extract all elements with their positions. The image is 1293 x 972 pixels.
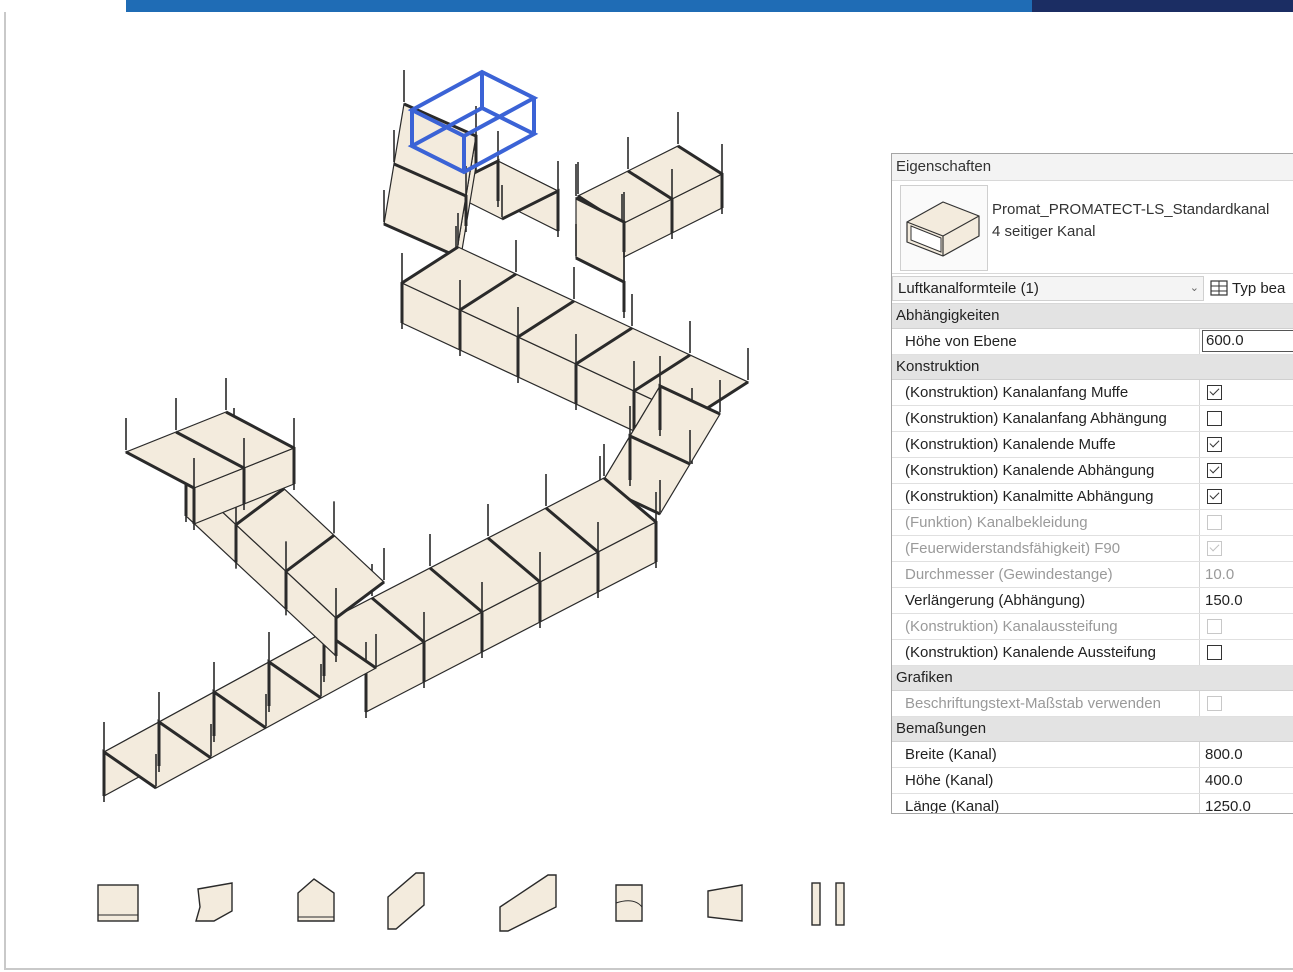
property-value-cell [1202, 380, 1293, 405]
transition-icon [707, 884, 743, 922]
long-offset-icon [499, 874, 557, 932]
property-label: (Konstruktion) Kanalende Abhängung [892, 458, 1200, 483]
chevron-down-icon: ⌄ [1189, 282, 1199, 294]
property-grid: Abhängigkeiten Höhe von Ebene 600.0 Konstru… [892, 304, 1293, 813]
property-checkbox [1207, 619, 1222, 634]
property-row: Verlängerung (Abhängung) 150.0 [892, 588, 1293, 614]
property-value-cell [1202, 640, 1293, 665]
property-label: (Funktion) Kanalbekleidung [892, 510, 1200, 535]
property-row: Höhe (Kanal) 400.0 [892, 768, 1293, 794]
property-label: Beschriftungstext-Maßstab verwenden [892, 691, 1200, 716]
edit-type-button[interactable]: Typ bea [1210, 276, 1285, 301]
category-dropdown-label: Luftkanalformteile (1) [898, 280, 1039, 297]
property-checkbox [1207, 541, 1222, 556]
property-row: (Feuerwiderstandsfähigkeit) F90 [892, 536, 1293, 562]
property-value-input[interactable]: 600.0 [1202, 330, 1293, 352]
elbow-icon [195, 882, 233, 922]
category-dropdown[interactable]: Luftkanalformteile (1) ⌄ [892, 276, 1204, 301]
category-row: Luftkanalformteile (1) ⌄ Typ bea [892, 274, 1293, 304]
property-label: Länge (Kanal) [892, 794, 1200, 813]
property-value-cell [1202, 614, 1293, 639]
property-row: Beschriftungstext-Maßstab verwenden [892, 691, 1293, 717]
property-label: (Konstruktion) Kanalende Aussteifung [892, 640, 1200, 665]
property-label: (Konstruktion) Kanalanfang Muffe [892, 380, 1200, 405]
property-value[interactable]: 400.0 [1202, 768, 1293, 793]
property-row: (Konstruktion) Kanalanfang Abhängung [892, 406, 1293, 432]
property-value[interactable]: 150.0 [1202, 588, 1293, 613]
property-value[interactable]: 1250.0 [1202, 794, 1293, 813]
branch-icon [615, 884, 643, 922]
property-value-cell [1202, 484, 1293, 509]
property-label: (Feuerwiderstandsfähigkeit) F90 [892, 536, 1200, 561]
property-row: Durchmesser (Gewindestange) 10.0 [892, 562, 1293, 588]
property-value: 10.0 [1205, 566, 1235, 583]
property-checkbox [1207, 696, 1222, 711]
property-label: (Konstruktion) Kanalaussteifung [892, 614, 1200, 639]
property-group-header[interactable]: Bemaßungen [892, 717, 1293, 742]
property-value-cell [1202, 691, 1293, 716]
property-value-cell [1202, 510, 1293, 535]
property-label: (Konstruktion) Kanalmitte Abhängung [892, 484, 1200, 509]
property-checkbox[interactable] [1207, 489, 1222, 504]
duct-3d-view[interactable] [0, 0, 890, 972]
property-checkbox [1207, 515, 1222, 530]
property-value-cell [1202, 406, 1293, 431]
property-label: Höhe von Ebene [892, 329, 1200, 354]
property-label: (Konstruktion) Kanalanfang Abhängung [892, 406, 1200, 431]
end-cap-icon [811, 882, 845, 926]
property-row: (Konstruktion) Kanalende Muffe [892, 432, 1293, 458]
property-label: (Konstruktion) Kanalende Muffe [892, 432, 1200, 457]
property-label: Verlängerung (Abhängung) [892, 588, 1200, 613]
property-checkbox[interactable] [1207, 385, 1222, 400]
property-group-header[interactable]: Konstruktion [892, 355, 1293, 380]
property-label: Höhe (Kanal) [892, 768, 1200, 793]
properties-title: Eigenschaften [892, 154, 1293, 181]
property-row: (Konstruktion) Kanalende Aussteifung [892, 640, 1293, 666]
duct-type-thumbnail [900, 185, 988, 271]
offset-icon [387, 872, 425, 930]
property-label: Durchmesser (Gewindestange) [892, 562, 1200, 587]
property-value[interactable]: 800.0 [1202, 742, 1293, 767]
tee-icon [297, 878, 335, 922]
type-subname: 4 seitiger Kanal [992, 223, 1096, 240]
property-row: (Konstruktion) Kanalmitte Abhängung [892, 484, 1293, 510]
property-checkbox[interactable] [1207, 645, 1222, 660]
property-row: (Konstruktion) Kanalaussteifung [892, 614, 1293, 640]
property-checkbox[interactable] [1207, 437, 1222, 452]
property-row: Länge (Kanal) 1250.0 [892, 794, 1293, 813]
property-group-header[interactable]: Abhängigkeiten [892, 304, 1293, 329]
property-group-header[interactable]: Grafiken [892, 666, 1293, 691]
edit-type-icon [1210, 279, 1228, 304]
property-label: Breite (Kanal) [892, 742, 1200, 767]
property-checkbox[interactable] [1207, 463, 1222, 478]
property-value-cell [1202, 458, 1293, 483]
type-family-name: Promat_PROMATECT-LS_Standardkanal [992, 201, 1270, 218]
straight-duct-icon [97, 884, 139, 922]
property-checkbox[interactable] [1207, 411, 1222, 426]
property-row: Breite (Kanal) 800.0 [892, 742, 1293, 768]
header-navy-segment [1032, 0, 1293, 12]
type-selector[interactable]: Promat_PROMATECT-LS_Standardkanal 4 seit… [892, 181, 1293, 274]
property-row: (Konstruktion) Kanalende Abhängung [892, 458, 1293, 484]
properties-panel: Eigenschaften Promat_PROMATECT-LS_Standa… [891, 153, 1293, 814]
property-row: (Funktion) Kanalbekleidung [892, 510, 1293, 536]
property-row: (Konstruktion) Kanalanfang Muffe [892, 380, 1293, 406]
property-row: Höhe von Ebene 600.0 [892, 329, 1293, 355]
property-value-cell [1202, 432, 1293, 457]
property-value-cell [1202, 536, 1293, 561]
edit-type-label: Typ bea [1232, 280, 1286, 297]
